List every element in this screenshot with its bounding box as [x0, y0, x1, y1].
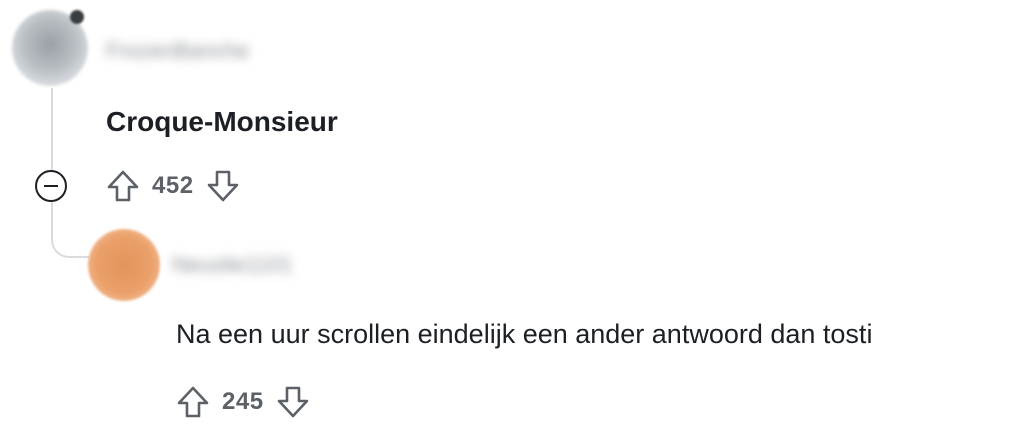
username[interactable]: Neuslie1101: [172, 252, 293, 278]
avatar[interactable]: [88, 229, 160, 301]
arrow-down-icon[interactable]: [206, 168, 240, 204]
vote-bar: 452: [106, 168, 240, 204]
comment-text: Na een uur scrollen eindelijk een ander …: [176, 319, 873, 349]
username[interactable]: FrozenBanche: [106, 38, 249, 64]
comment-text: Croque-Monsieur: [106, 106, 338, 137]
arrow-up-icon[interactable]: [176, 384, 210, 420]
thread-line-branch: [51, 236, 89, 258]
avatar-status-dot: [70, 10, 84, 24]
vote-score: 245: [222, 388, 264, 415]
arrow-down-icon[interactable]: [276, 384, 310, 420]
thread-line-vertical: [51, 88, 53, 170]
vote-score: 452: [152, 172, 194, 199]
collapse-thread-button[interactable]: [35, 170, 67, 202]
arrow-up-icon[interactable]: [106, 168, 140, 204]
vote-bar: 245: [176, 384, 310, 420]
thread-line-vertical-lower: [51, 202, 53, 238]
